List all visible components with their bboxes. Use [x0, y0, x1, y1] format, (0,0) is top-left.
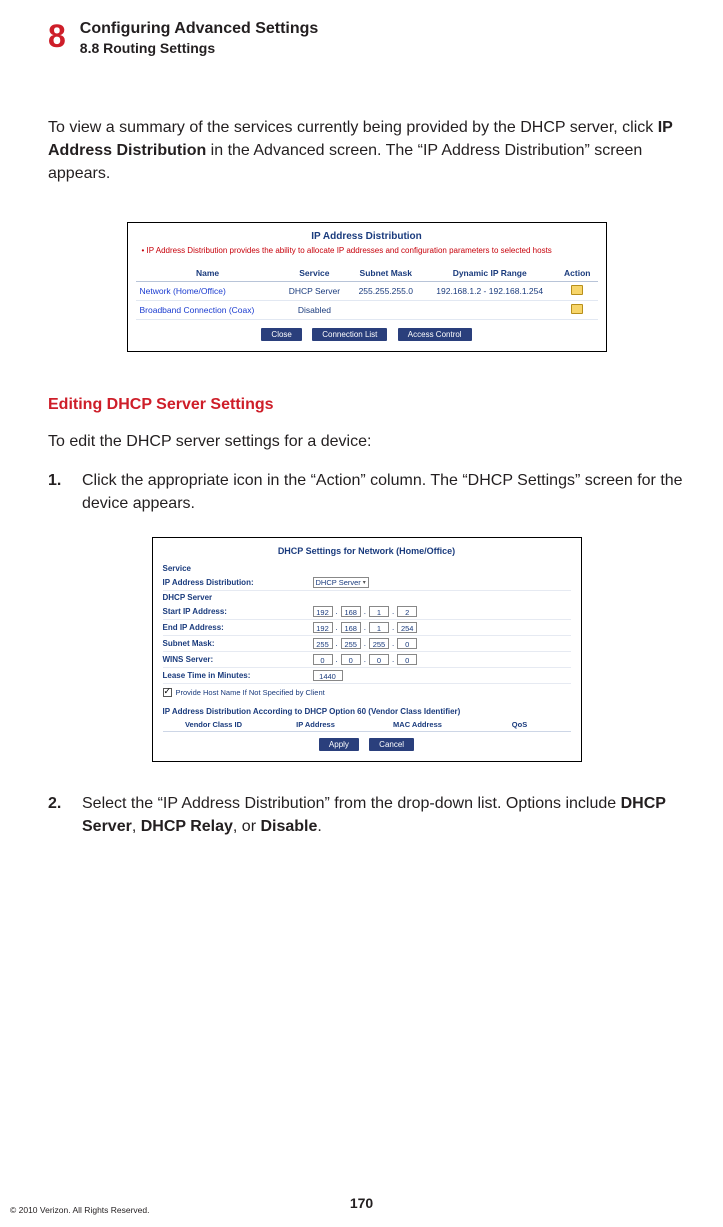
intro-paragraph: To view a summary of the services curren…	[48, 116, 685, 186]
start-ip-oct1[interactable]: 192	[313, 606, 333, 617]
figure-ip-address-distribution: IP Address Distribution IP Address Distr…	[127, 222, 607, 352]
start-ip-oct4[interactable]: 2	[397, 606, 417, 617]
table-row: Broadband Connection (Coax) Disabled	[136, 300, 598, 319]
step-2-number: 2.	[48, 792, 68, 838]
end-ip-oct1[interactable]: 192	[313, 622, 333, 633]
fig1-col-action: Action	[557, 265, 597, 282]
fig1-r1-service: Disabled	[280, 300, 350, 319]
opt60-col-vendor: Vendor Class ID	[163, 720, 265, 729]
checkbox-icon[interactable]	[163, 688, 172, 697]
wins-oct2[interactable]: 0	[341, 654, 361, 665]
chapter-header: 8 Configuring Advanced Settings 8.8 Rout…	[48, 20, 685, 56]
start-ip-label: Start IP Address:	[163, 607, 313, 616]
subnet-oct1[interactable]: 255	[313, 638, 333, 649]
fig2-service-label: Service	[163, 564, 313, 573]
opt60-columns: Vendor Class ID IP Address MAC Address Q…	[163, 718, 571, 732]
lease-input[interactable]: 1440	[313, 670, 343, 681]
start-ip-oct3[interactable]: 1	[369, 606, 389, 617]
lease-label: Lease Time in Minutes:	[163, 671, 313, 680]
access-control-button[interactable]: Access Control	[398, 328, 472, 341]
fig1-r0-name[interactable]: Network (Home/Office)	[136, 281, 280, 300]
chapter-title: Configuring Advanced Settings	[80, 20, 319, 38]
ip-distribution-select[interactable]: DHCP Server	[313, 577, 369, 588]
figure-dhcp-settings: DHCP Settings for Network (Home/Office) …	[152, 537, 582, 762]
start-ip-oct2[interactable]: 168	[341, 606, 361, 617]
close-button[interactable]: Close	[261, 328, 301, 341]
intro-pre: To view a summary of the services curren…	[48, 119, 658, 136]
fig2-ipdist-label: IP Address Distribution:	[163, 578, 313, 587]
fig1-table: Name Service Subnet Mask Dynamic IP Rang…	[136, 265, 598, 320]
step-2-b3: Disable	[260, 818, 317, 835]
step-2: 2. Select the “IP Address Distribution” …	[48, 792, 685, 838]
wins-oct3[interactable]: 0	[369, 654, 389, 665]
fig1-r0-range: 192.168.1.2 - 192.168.1.254	[422, 281, 557, 300]
connection-list-button[interactable]: Connection List	[312, 328, 387, 341]
opt60-col-ip: IP Address	[265, 720, 367, 729]
step-1: 1. Click the appropriate icon in the “Ac…	[48, 469, 685, 515]
table-row: Network (Home/Office) DHCP Server 255.25…	[136, 281, 598, 300]
fig1-r1-action[interactable]	[557, 300, 597, 319]
step-2-b2: DHCP Relay	[141, 818, 233, 835]
end-ip-oct3[interactable]: 1	[369, 622, 389, 633]
wins-oct4[interactable]: 0	[397, 654, 417, 665]
step-1-number: 1.	[48, 469, 68, 515]
fig1-r0-action[interactable]	[557, 281, 597, 300]
edit-icon[interactable]	[571, 285, 583, 295]
hostname-checkbox-row[interactable]: Provide Host Name If Not Specified by Cl…	[163, 684, 571, 701]
end-ip-label: End IP Address:	[163, 623, 313, 632]
step-2-sep2: , or	[233, 818, 261, 835]
opt60-col-qos: QoS	[469, 720, 571, 729]
fig1-col-service: Service	[280, 265, 350, 282]
page-footer: 170 © 2010 Verizon. All Rights Reserved.	[0, 1195, 723, 1211]
hostname-checkbox-label: Provide Host Name If Not Specified by Cl…	[176, 688, 325, 697]
step-2-sep1: ,	[132, 818, 141, 835]
fig1-col-subnet: Subnet Mask	[349, 265, 422, 282]
subnet-oct2[interactable]: 255	[341, 638, 361, 649]
end-ip-oct2[interactable]: 168	[341, 622, 361, 633]
subnet-label: Subnet Mask:	[163, 639, 313, 648]
fig1-col-name: Name	[136, 265, 280, 282]
wins-oct1[interactable]: 0	[313, 654, 333, 665]
chapter-number: 8	[48, 20, 66, 52]
section-heading: Editing DHCP Server Settings	[48, 396, 685, 414]
fig1-r0-mask: 255.255.255.0	[349, 281, 422, 300]
fig1-r1-range	[422, 300, 557, 319]
opt60-heading: IP Address Distribution According to DHC…	[163, 707, 571, 716]
subnet-oct4[interactable]: 0	[397, 638, 417, 649]
cancel-button[interactable]: Cancel	[369, 738, 414, 751]
fig1-r1-mask	[349, 300, 422, 319]
fig1-r1-name[interactable]: Broadband Connection (Coax)	[136, 300, 280, 319]
fig2-dhcpserver-label: DHCP Server	[163, 593, 313, 602]
fig1-hint: IP Address Distribution provides the abi…	[142, 246, 598, 255]
copyright: © 2010 Verizon. All Rights Reserved.	[10, 1205, 150, 1215]
subnet-oct3[interactable]: 255	[369, 638, 389, 649]
step-2-post: .	[317, 818, 321, 835]
fig1-title: IP Address Distribution	[136, 231, 598, 242]
step-2-pre: Select the “IP Address Distribution” fro…	[82, 795, 621, 812]
step-1-text: Click the appropriate icon in the “Actio…	[82, 469, 685, 515]
section-intro: To edit the DHCP server settings for a d…	[48, 430, 685, 453]
apply-button[interactable]: Apply	[319, 738, 359, 751]
edit-icon[interactable]	[571, 304, 583, 314]
wins-label: WINS Server:	[163, 655, 313, 664]
fig1-r0-service: DHCP Server	[280, 281, 350, 300]
section-number-title: 8.8 Routing Settings	[80, 40, 319, 56]
opt60-col-mac: MAC Address	[367, 720, 469, 729]
fig2-title: DHCP Settings for Network (Home/Office)	[163, 546, 571, 556]
fig1-col-range: Dynamic IP Range	[422, 265, 557, 282]
end-ip-oct4[interactable]: 254	[397, 622, 417, 633]
